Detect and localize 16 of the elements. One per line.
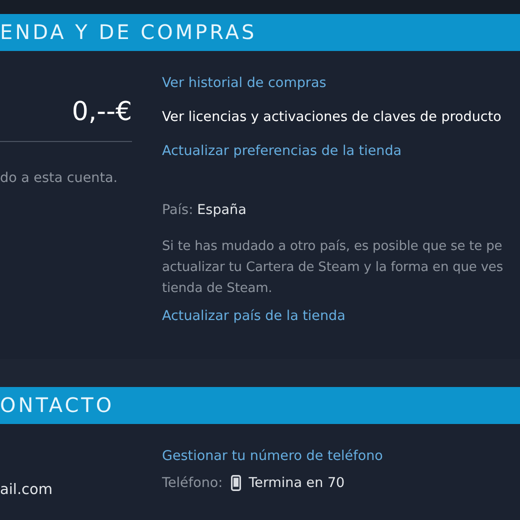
link[interactable]: Gestionar tu número de teléfono xyxy=(162,439,520,473)
country-value: España xyxy=(197,201,246,220)
country-label: País: xyxy=(162,201,194,220)
link[interactable]: Ver historial de compras xyxy=(162,66,520,100)
link[interactable]: Ver licencias y activaciones de claves de producto xyxy=(162,100,520,134)
phone-value: Termina en 70 xyxy=(248,474,345,493)
account-note: do a esta cuenta. xyxy=(0,169,119,188)
email-text: ail.com xyxy=(0,481,54,500)
country-info: Si te has mudado a otro país, es posible que se te pe actualizar tu Cartera de Steam y la forma en que ves tienda de Steam. xyxy=(162,238,504,298)
link[interactable]: Actualizar país de la tienda xyxy=(162,299,520,334)
section-header: ENDA Y DE COMPRAS xyxy=(0,14,520,51)
phone-icon xyxy=(230,475,241,492)
phone-label: Teléfono: xyxy=(162,474,223,493)
wallet-balance: 0,--€ xyxy=(70,99,133,125)
section-header: ONTACTO xyxy=(0,387,520,424)
link[interactable]: Actualizar preferencias de la tienda xyxy=(162,134,520,168)
